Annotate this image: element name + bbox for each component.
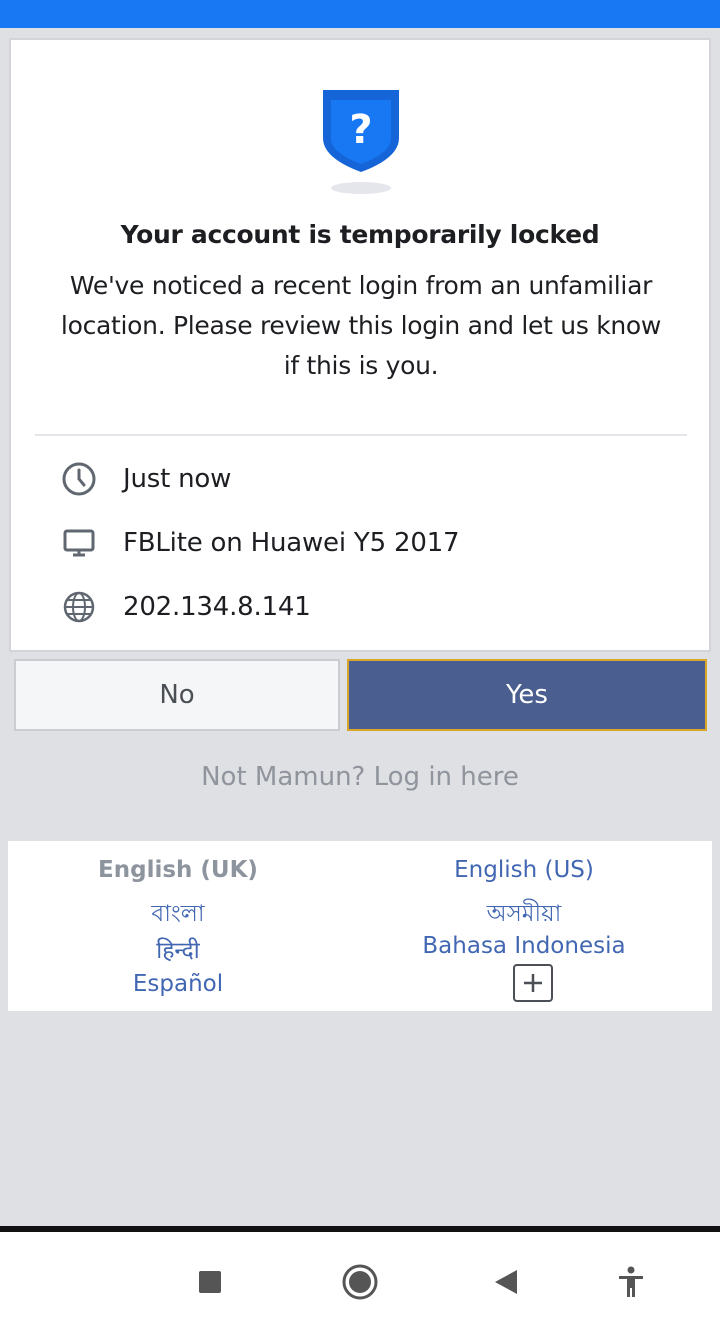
no-button[interactable]: No [14,659,340,731]
language-current: English (UK) [98,857,258,883]
square-icon [199,1271,221,1293]
language-option[interactable]: English (US) [354,857,694,883]
recents-button[interactable] [190,1262,230,1302]
login-ip-row: 202.134.8.141 [61,589,311,625]
language-option[interactable]: অসমীয়া [354,895,694,934]
monitor-icon [61,525,97,561]
yes-button[interactable]: Yes [347,659,707,731]
language-option[interactable]: Español [8,971,348,997]
language-option[interactable]: Bahasa Indonesia [354,933,694,959]
page-title: Your account is temporarily locked [120,220,600,249]
status-bar [0,0,720,28]
notice-description: We've noticed a recent login from an unf… [60,271,662,380]
shield-question-icon: ? [323,90,399,194]
more-languages-button[interactable] [513,964,553,1002]
not-you-login-link[interactable]: Not Mamun? Log in here [0,762,720,792]
login-device-row: FBLite on Huawei Y5 2017 [61,525,460,561]
circle-icon [342,1264,378,1300]
clock-icon [61,461,97,497]
language-option[interactable]: हिन्दी [8,933,348,965]
login-time-row: Just now [61,461,231,497]
accessibility-button[interactable] [611,1262,651,1302]
home-button[interactable] [340,1262,380,1302]
plus-icon [524,974,542,992]
back-button[interactable] [486,1262,526,1302]
language-option[interactable]: বাংলা [8,895,348,934]
globe-icon [61,589,97,625]
login-time: Just now [123,464,232,494]
divider [35,434,687,436]
login-ip: 202.134.8.141 [123,592,311,622]
triangle-back-icon [495,1270,517,1294]
svg-text:?: ? [349,107,372,153]
locked-account-card: ? Your account is temporarily locked We'… [9,38,711,652]
login-device: FBLite on Huawei Y5 2017 [123,528,460,558]
accessibility-icon [619,1266,643,1297]
